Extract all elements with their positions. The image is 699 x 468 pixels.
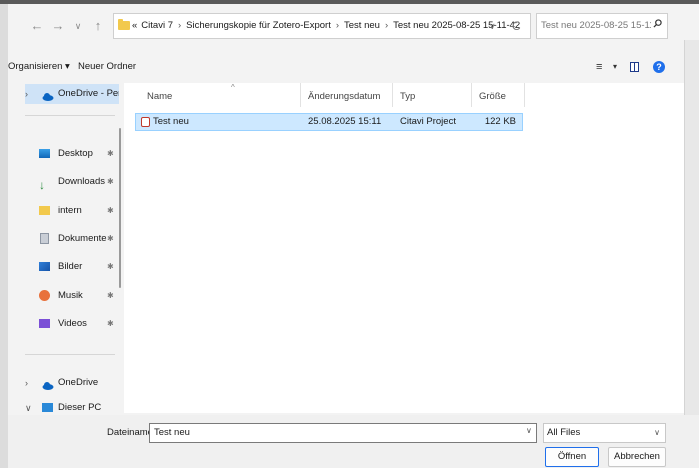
- pin-icon[interactable]: ✱: [107, 144, 114, 164]
- breadcrumb-citavi[interactable]: Citavi 7: [141, 14, 173, 38]
- help-icon[interactable]: ?: [653, 61, 665, 73]
- download-icon: ↓: [39, 178, 45, 192]
- filetype-value: All Files: [547, 427, 581, 438]
- nav-item-onedrive[interactable]: › OneDrive: [25, 373, 119, 393]
- video-icon: [39, 319, 50, 328]
- search-box[interactable]: Test neu 2025-08-25 15-11-4...: [536, 13, 668, 39]
- address-bar[interactable]: « Citavi 7 › Sicherungskopie für Zotero-…: [113, 13, 531, 39]
- search-icon[interactable]: [653, 14, 662, 38]
- navigation-pane: › OneDrive - Persö Desktop ✱ ↓ Downloads…: [25, 83, 119, 413]
- citavi-file-icon: [141, 117, 150, 127]
- column-header-name[interactable]: Name: [147, 91, 172, 102]
- pin-icon[interactable]: ✱: [107, 201, 114, 221]
- filename-input[interactable]: Test neu: [149, 423, 537, 443]
- nav-item-onedrive-personal[interactable]: › OneDrive - Persö: [25, 84, 119, 104]
- nav-item-musik[interactable]: Musik ✱: [25, 286, 119, 306]
- breadcrumb-current-folder[interactable]: Test neu 2025-08-25 15-11-42: [393, 14, 520, 38]
- pictures-icon: [39, 262, 50, 271]
- nav-label: OneDrive - Persö: [58, 88, 119, 99]
- nav-label: Dokumente: [58, 233, 107, 244]
- document-icon: [40, 233, 49, 244]
- file-type: Citavi Project: [400, 116, 456, 127]
- chevron-down-icon[interactable]: ∨: [526, 426, 532, 435]
- nav-label: Desktop: [58, 148, 93, 159]
- new-folder-button[interactable]: Neuer Ordner: [78, 61, 136, 72]
- nav-item-dieser-pc[interactable]: ∨ Dieser PC: [25, 398, 119, 413]
- cloud-icon: [42, 89, 54, 101]
- breadcrumb-overflow[interactable]: «: [132, 14, 137, 38]
- file-date: 25.08.2025 15:11: [308, 116, 382, 127]
- nav-label: Videos: [58, 318, 87, 329]
- nav-label: Bilder: [58, 261, 83, 272]
- nav-item-desktop[interactable]: Desktop ✱: [25, 144, 119, 164]
- column-separator[interactable]: [392, 83, 393, 107]
- organize-menu[interactable]: Organisieren ▾: [8, 61, 70, 72]
- column-separator[interactable]: [471, 83, 472, 107]
- pin-icon[interactable]: ✱: [107, 172, 114, 192]
- column-header-type[interactable]: Typ: [400, 91, 415, 102]
- breadcrumb: « Citavi 7 › Sicherungskopie für Zotero-…: [132, 14, 520, 38]
- nav-item-downloads[interactable]: ↓ Downloads ✱: [25, 172, 119, 192]
- cancel-button[interactable]: Abbrechen: [608, 447, 666, 467]
- column-header-size[interactable]: Größe: [479, 91, 506, 102]
- view-options-icon[interactable]: ≡: [596, 61, 602, 73]
- folder-icon: [118, 19, 130, 30]
- nav-item-dokumente[interactable]: Dokumente ✱: [25, 229, 119, 249]
- chevron-down-icon[interactable]: ∨: [654, 424, 660, 442]
- window-right-edge: [684, 40, 699, 468]
- nav-label: intern: [58, 205, 82, 216]
- cloud-icon: [42, 378, 54, 390]
- file-name: Test neu: [153, 116, 189, 127]
- nav-item-bilder[interactable]: Bilder ✱: [25, 257, 119, 277]
- nav-label: Dieser PC: [58, 402, 102, 413]
- column-header-date[interactable]: Änderungsdatum: [308, 91, 380, 102]
- divider: [25, 354, 115, 355]
- chevron-right-icon[interactable]: ›: [178, 14, 181, 38]
- music-icon: [39, 290, 50, 301]
- chevron-right-icon[interactable]: ›: [25, 84, 28, 104]
- nav-item-intern[interactable]: intern ✱: [25, 201, 119, 221]
- nav-label: Downloads: [58, 176, 105, 187]
- column-separator[interactable]: [300, 83, 301, 107]
- sort-indicator-icon: ^: [231, 83, 235, 92]
- nav-item-videos[interactable]: Videos ✱: [25, 314, 119, 334]
- nav-label: Musik: [58, 290, 83, 301]
- pin-icon[interactable]: ✱: [107, 229, 114, 249]
- folder-icon: [39, 206, 50, 215]
- column-separator[interactable]: [524, 83, 525, 107]
- pin-icon[interactable]: ✱: [107, 314, 114, 334]
- pin-icon[interactable]: ✱: [107, 257, 114, 277]
- window-left-edge: [0, 4, 8, 468]
- back-button[interactable]: ←: [30, 18, 44, 34]
- command-bar: Organisieren ▾ Neuer Ordner ≡ ▾ ?: [8, 59, 684, 79]
- filetype-select[interactable]: All Files ∨: [543, 423, 666, 443]
- table-row[interactable]: Test neu 25.08.2025 15:11 Citavi Project…: [135, 113, 523, 131]
- dialog-footer: Dateiname: Test neu ∨ All Files ∨ Öffnen…: [8, 415, 699, 468]
- preview-pane-icon[interactable]: [630, 62, 639, 72]
- forward-button[interactable]: →: [51, 18, 65, 34]
- open-button[interactable]: Öffnen: [545, 447, 599, 467]
- nav-label: OneDrive: [58, 377, 99, 388]
- search-input[interactable]: Test neu 2025-08-25 15-11-4...: [541, 14, 651, 38]
- desktop-icon: [39, 149, 50, 158]
- chevron-down-icon[interactable]: ∨: [25, 398, 32, 413]
- up-button[interactable]: ↑: [91, 18, 105, 34]
- recent-locations-button[interactable]: ∨: [71, 18, 85, 34]
- nav-scrollbar[interactable]: [119, 128, 121, 288]
- computer-icon: [42, 403, 53, 412]
- pin-icon[interactable]: ✱: [107, 286, 114, 306]
- chevron-right-icon[interactable]: ›: [336, 14, 339, 38]
- file-size: 122 KB: [484, 116, 516, 127]
- refresh-icon[interactable]: C: [512, 14, 521, 38]
- view-dropdown-icon[interactable]: ▾: [613, 62, 617, 71]
- breadcrumb-test-neu[interactable]: Test neu: [344, 14, 380, 38]
- breadcrumb-sicherungskopie[interactable]: Sicherungskopie für Zotero-Export: [186, 14, 331, 38]
- chevron-right-icon[interactable]: ›: [385, 14, 388, 38]
- file-list: ^ Name Änderungsdatum Typ Größe Test neu…: [124, 83, 684, 413]
- address-dropdown-icon[interactable]: ∨: [489, 14, 496, 38]
- chevron-right-icon[interactable]: ›: [25, 373, 28, 393]
- divider: [25, 115, 115, 116]
